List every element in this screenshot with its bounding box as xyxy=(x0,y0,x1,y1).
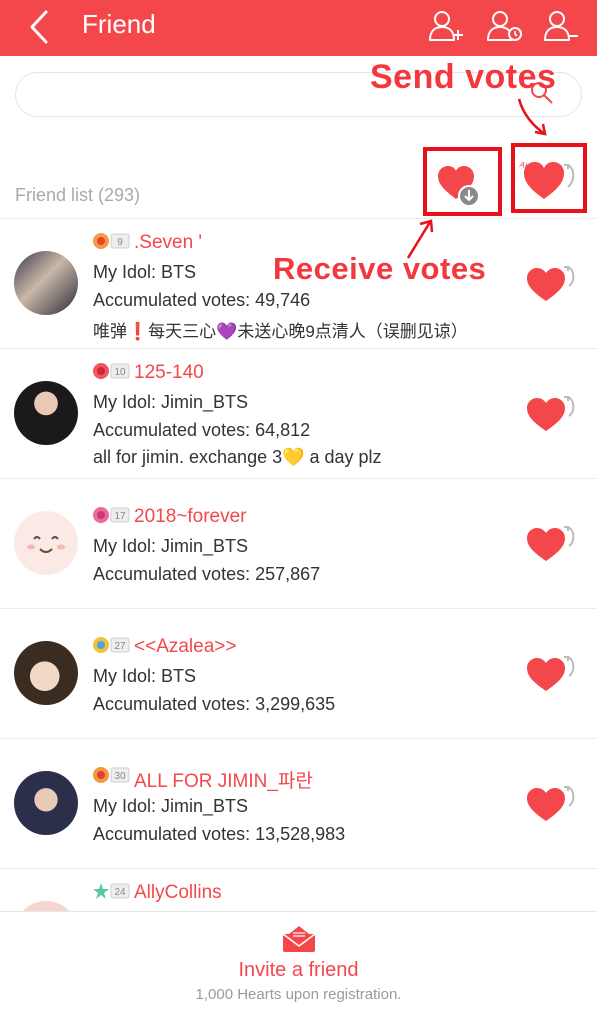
heart-send-all-icon[interactable]: ALL xyxy=(518,155,580,203)
avatar[interactable] xyxy=(14,381,78,445)
annotation-send-votes: Send votes xyxy=(370,58,557,96)
avatar[interactable] xyxy=(14,511,78,575)
friend-name[interactable]: 125-140 xyxy=(134,362,204,384)
level-number: 24 xyxy=(114,887,126,898)
envelope-heart-icon[interactable] xyxy=(281,924,317,954)
friend-name[interactable]: ALL FOR JIMIN_파란 xyxy=(134,766,313,793)
friend-name[interactable]: AllyCollins xyxy=(134,882,222,904)
send-heart-icon[interactable] xyxy=(524,393,580,435)
friend-idol: My Idol: Jimin_BTS xyxy=(93,392,249,412)
friend-row[interactable]: 24 AllyCollins xyxy=(0,869,597,911)
level-number: 17 xyxy=(114,511,126,522)
send-heart-icon[interactable] xyxy=(524,653,580,695)
friend-idol: My Idol: BTS xyxy=(93,262,197,282)
friend-idol: My Idol: Jimin_BTS xyxy=(93,796,249,816)
level-number: 30 xyxy=(114,771,126,782)
top-bar: Friend xyxy=(0,0,597,56)
friend-votes: Accumulated votes: 49,746 xyxy=(93,290,311,310)
level-badge-icon: 9 xyxy=(93,233,130,249)
avatar[interactable] xyxy=(14,641,78,705)
annotation-receive-votes: Receive votes xyxy=(273,251,487,286)
send-heart-icon[interactable] xyxy=(524,523,580,565)
friend-votes: Accumulated votes: 3,299,635 xyxy=(93,694,336,714)
level-badge-icon: 24 xyxy=(93,883,130,899)
add-friend-icon[interactable] xyxy=(428,9,466,43)
send-heart-icon[interactable] xyxy=(524,263,580,305)
level-badge-icon: 10 xyxy=(93,363,130,379)
avatar[interactable] xyxy=(14,771,78,835)
friend-row[interactable]: 30 ALL FOR JIMIN_파란 My Idol: Jimin_BTS A… xyxy=(0,739,597,869)
friend-votes: Accumulated votes: 13,528,983 xyxy=(93,824,346,844)
level-badge-icon: 27 xyxy=(93,637,130,653)
level-number: 9 xyxy=(117,237,123,248)
remove-friend-icon[interactable] xyxy=(543,9,581,43)
friend-idol: My Idol: Jimin_BTS xyxy=(93,536,249,556)
friend-requests-icon[interactable] xyxy=(486,9,524,43)
friend-votes: Accumulated votes: 257,867 xyxy=(93,564,321,584)
send-heart-icon[interactable] xyxy=(524,783,580,825)
friend-name[interactable]: .Seven ' xyxy=(134,232,202,254)
avatar[interactable] xyxy=(14,251,78,315)
friend-list-count: Friend list (293) xyxy=(15,185,141,205)
level-number: 27 xyxy=(114,641,126,652)
friend-idol: My Idol: BTS xyxy=(93,666,197,686)
friend-name[interactable]: 2018~forever xyxy=(134,506,247,528)
page-title: Friend xyxy=(82,9,156,39)
level-badge-icon: 17 xyxy=(93,507,130,523)
friend-name[interactable]: <<Azalea>> xyxy=(134,636,236,658)
back-icon[interactable] xyxy=(24,6,60,48)
friend-row[interactable]: 27 <<Azalea>> My Idol: BTS Accumulated v… xyxy=(0,609,597,739)
friend-row[interactable]: 17 2018~forever My Idol: Jimin_BTS Accum… xyxy=(0,479,597,609)
level-badge-icon: 30 xyxy=(93,767,130,783)
invite-friend-button[interactable]: Invite a friend xyxy=(0,959,597,982)
invite-bar[interactable]: Invite a friend 1,000 Hearts upon regist… xyxy=(0,911,597,1027)
heart-download-icon[interactable] xyxy=(436,161,484,209)
friend-row[interactable]: 10 125-140 My Idol: Jimin_BTS Accumulate… xyxy=(0,349,597,479)
friend-votes: Accumulated votes: 64,812 xyxy=(93,420,311,440)
invite-subtext: 1,000 Hearts upon registration. xyxy=(195,986,402,1003)
level-number: 10 xyxy=(114,367,126,378)
friend-message: 唯弹❗每天三心💜未送心晚9点清人（误删见谅） xyxy=(93,322,468,341)
friend-message: all for jimin. exchange 3💛 a day plz xyxy=(93,447,382,467)
annotation-arrow-send xyxy=(517,98,547,136)
avatar[interactable] xyxy=(14,901,78,911)
